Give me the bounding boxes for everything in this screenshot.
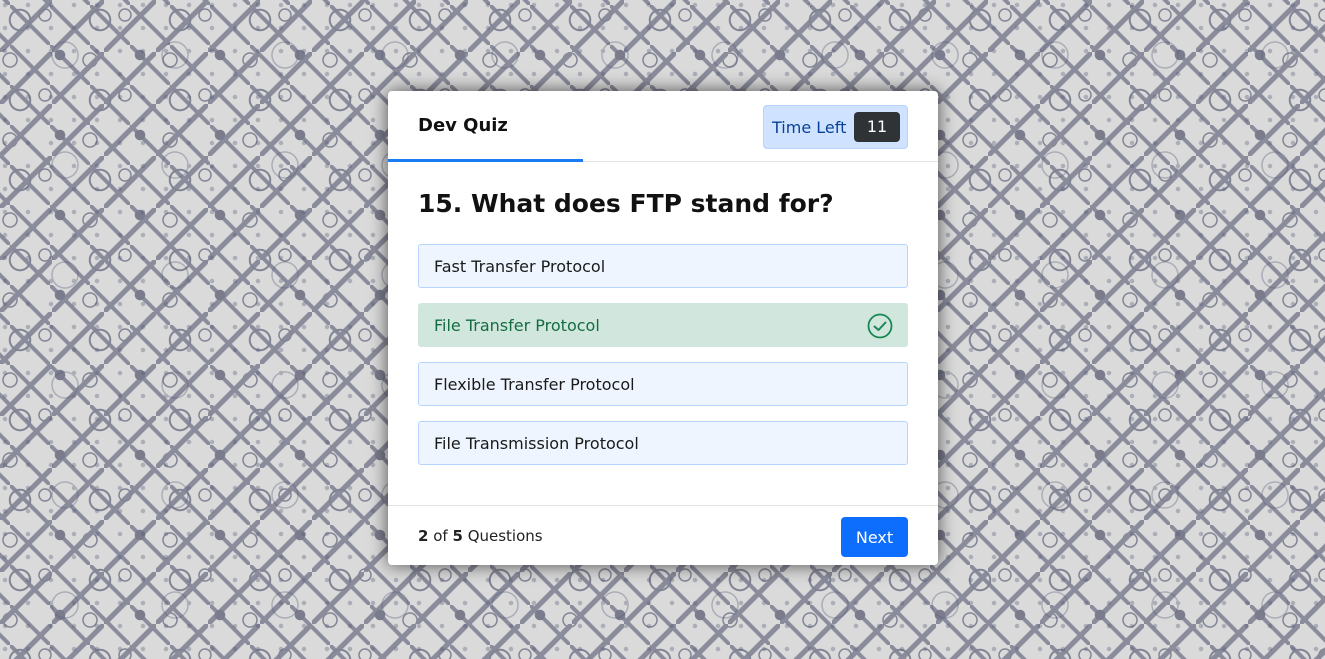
next-button[interactable]: Next <box>841 517 908 557</box>
option-1[interactable]: Fast Transfer Protocol <box>418 244 908 288</box>
option-label: File Transmission Protocol <box>434 434 639 453</box>
question-text: 15. What does FTP stand for? <box>418 189 834 218</box>
timer-value: 11 <box>854 112 900 142</box>
progress-total: 5 <box>452 527 463 545</box>
progress-of: of <box>433 527 448 545</box>
timer-box: Time Left 11 <box>763 105 908 149</box>
timer-label: Time Left <box>772 118 847 137</box>
question-progress: 2 of 5 Questions <box>418 527 543 545</box>
option-4[interactable]: File Transmission Protocol <box>418 421 908 465</box>
progress-current: 2 <box>418 527 429 545</box>
option-2[interactable]: File Transfer Protocol <box>418 303 908 347</box>
option-label: Fast Transfer Protocol <box>434 257 606 276</box>
option-label: File Transfer Protocol <box>434 316 600 335</box>
quiz-card: Dev Quiz Time Left 11 15. What does FTP … <box>388 91 938 565</box>
quiz-header: Dev Quiz Time Left 11 <box>388 91 938 162</box>
option-label: Flexible Transfer Protocol <box>434 375 635 394</box>
option-3[interactable]: Flexible Transfer Protocol <box>418 362 908 406</box>
quiz-title: Dev Quiz <box>418 115 508 136</box>
check-circle-icon <box>867 313 893 339</box>
progress-suffix: Questions <box>467 527 543 545</box>
options-list: Fast Transfer Protocol File Transfer Pro… <box>418 244 908 480</box>
quiz-body: 15. What does FTP stand for? Fast Transf… <box>388 162 938 505</box>
quiz-footer: 2 of 5 Questions Next <box>388 505 938 565</box>
